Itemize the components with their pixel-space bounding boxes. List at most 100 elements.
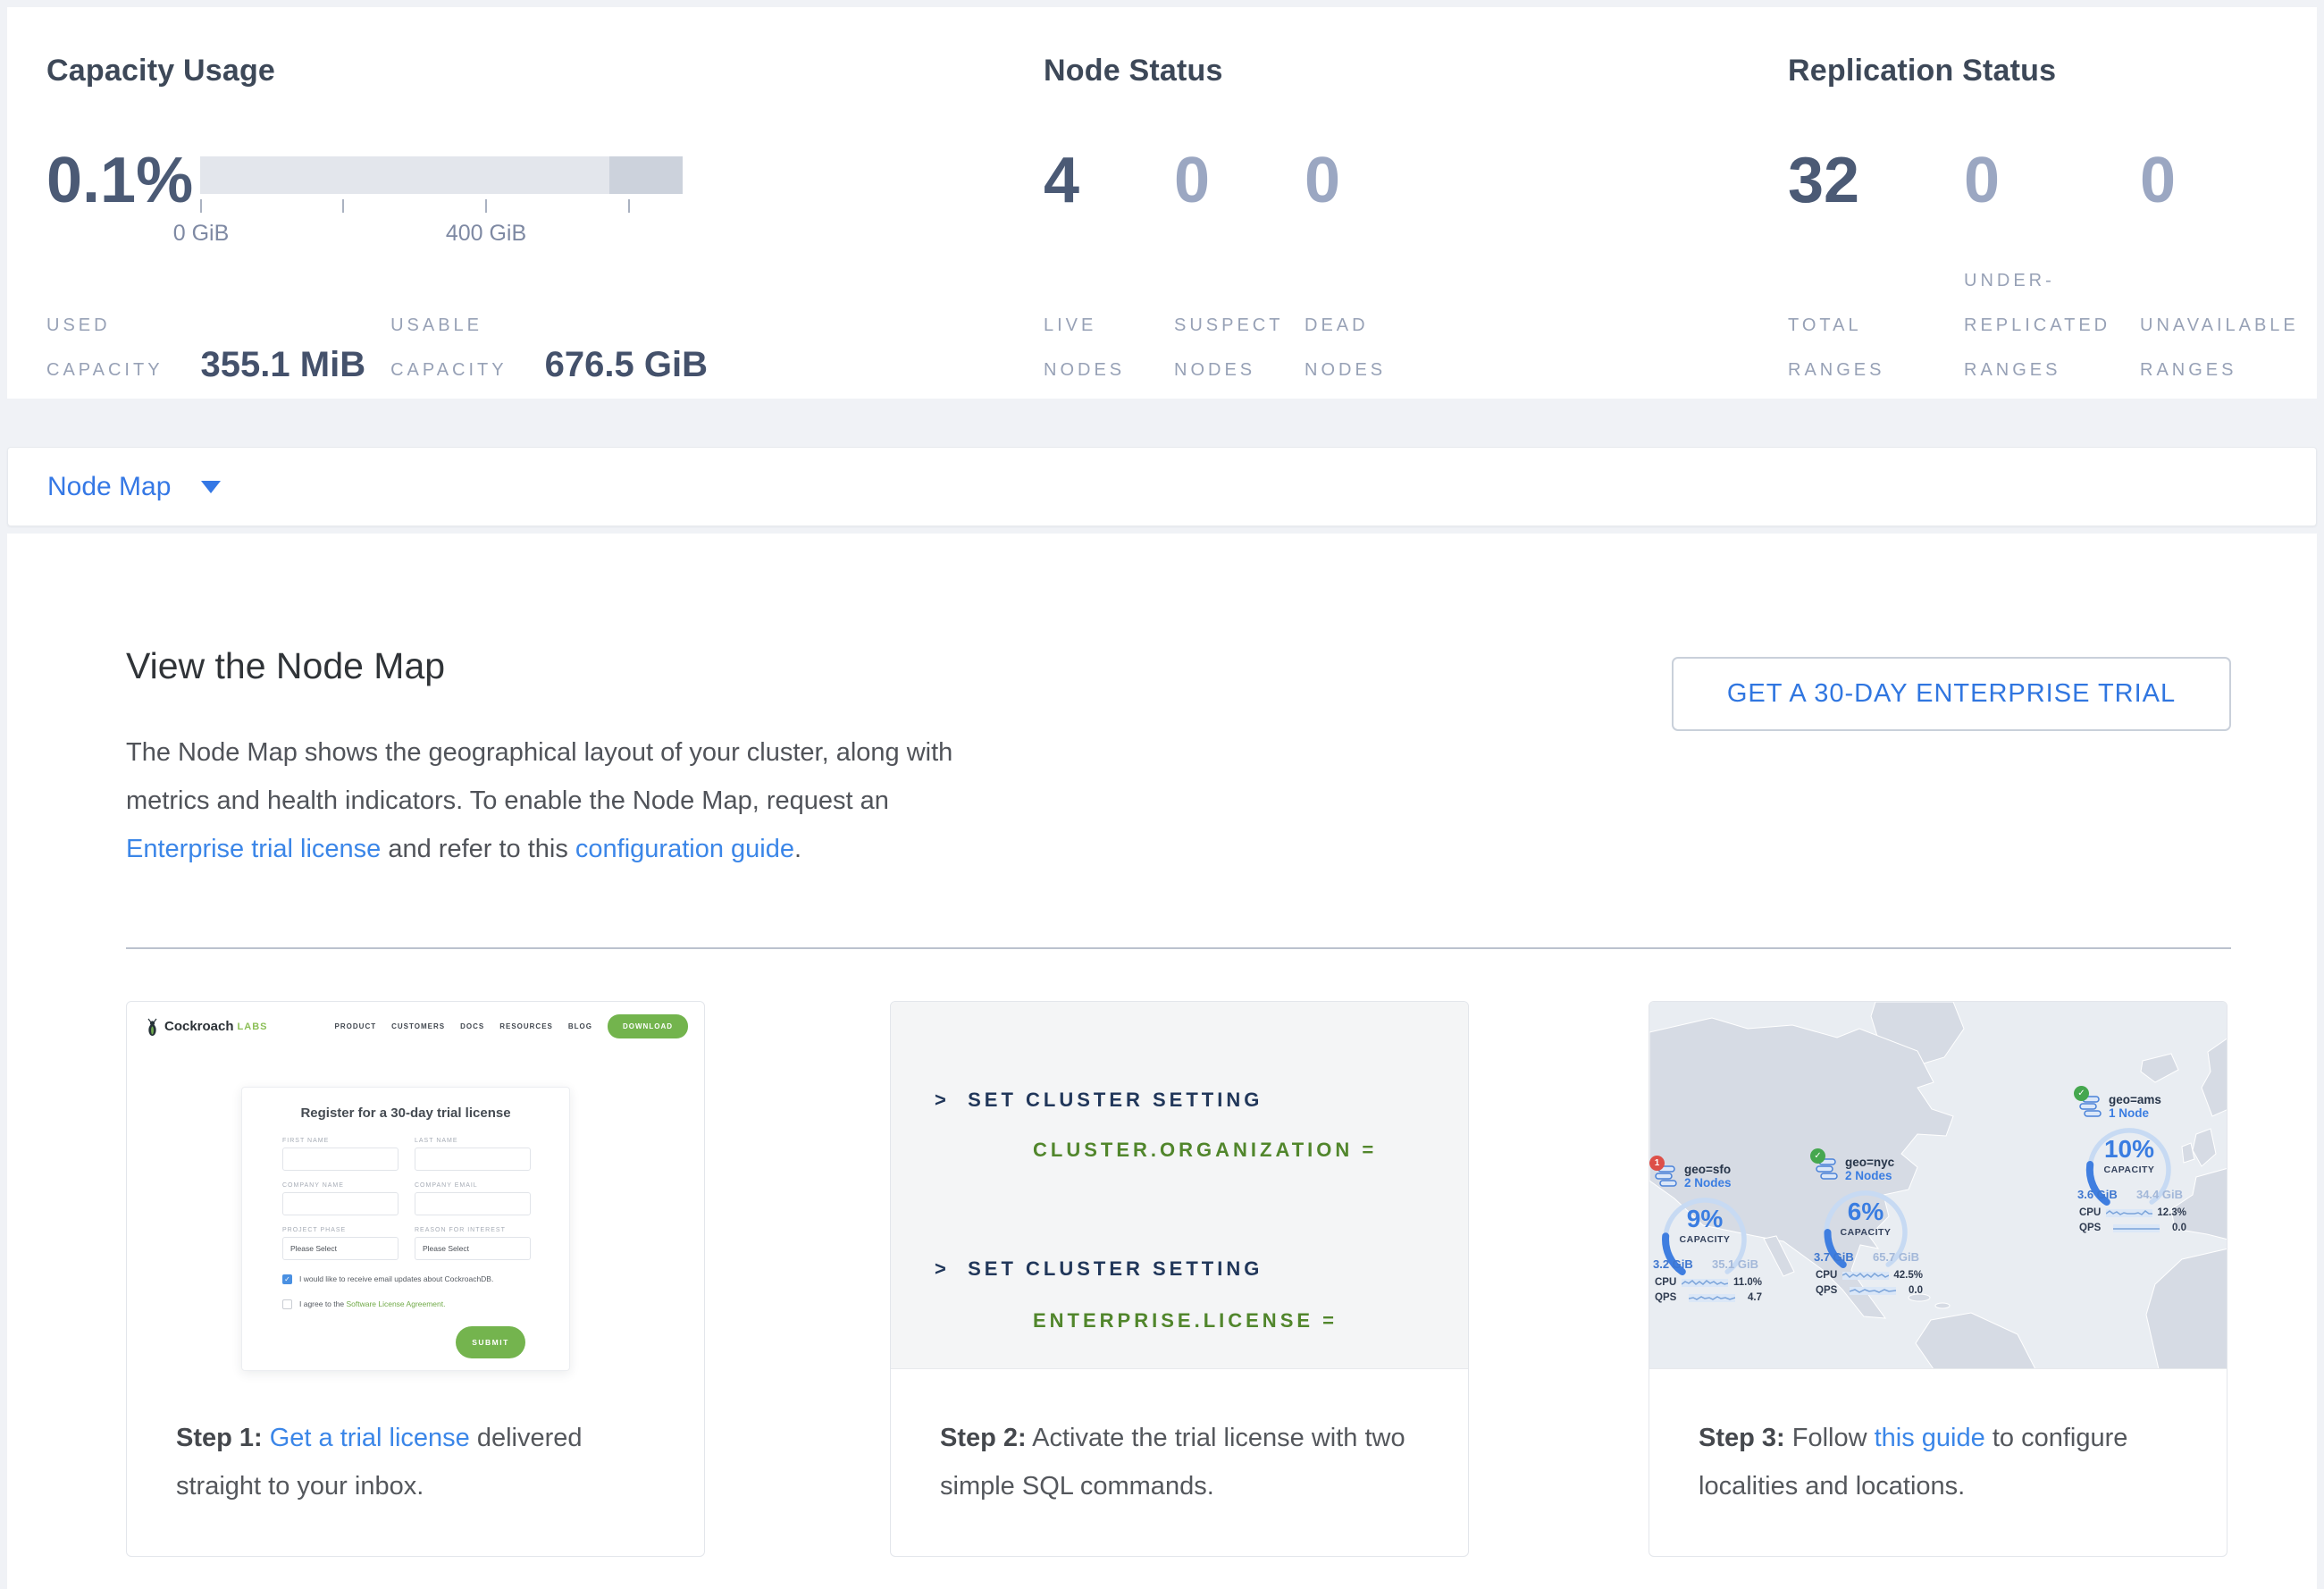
section-title: Capacity Usage <box>46 54 275 88</box>
capacity-max: 35.1 GiB <box>1712 1257 1758 1271</box>
cpu-sparkline <box>1842 1270 1889 1281</box>
field-input <box>415 1148 531 1171</box>
site-preview: Cockroach LABS PRODUCT CUSTOMERS DOCS RE… <box>127 1002 704 1369</box>
cpu-row: CPU 42.5% <box>1816 1270 1923 1281</box>
tick-label-400: 400 GiB <box>446 221 526 247</box>
stat-value: 0 <box>1174 148 1305 213</box>
qps-value: 0.0 <box>2172 1223 2186 1233</box>
section-divider <box>126 947 2231 949</box>
description-text: The Node Map shows the geographical layo… <box>126 738 952 815</box>
error-badge-icon: 1 <box>1649 1156 1665 1171</box>
step-number: Step 3: <box>1699 1424 1785 1452</box>
caption-text <box>263 1424 270 1452</box>
qps-label: QPS <box>1816 1285 1837 1296</box>
capacity-max: 34.4 GiB <box>2136 1188 2183 1201</box>
used-capacity-value: 355.1 MiB <box>201 345 366 385</box>
field-label: LAST NAME <box>415 1138 531 1144</box>
capacity-max: 65.7 GiB <box>1873 1250 1919 1264</box>
qps-label: QPS <box>1655 1292 1676 1303</box>
map-node-widget-nyc: ✓ geo=nyc 2 Nodes 6% CAPACITY 3.7 GiB65.… <box>1812 1156 1946 1182</box>
site-nav: PRODUCT CUSTOMERS DOCS RESOURCES BLOG DO… <box>335 1014 688 1038</box>
sql-setting-line: CLUSTER.ORGANIZATION = <box>1033 1139 1377 1162</box>
enterprise-description: The Node Map shows the geographical layo… <box>126 728 1002 873</box>
capacity-details: USED CAPACITY 355.1 MiB USABLE CAPACITY … <box>46 258 733 392</box>
gauge-percent: 10% <box>2085 1135 2174 1164</box>
stat-label: UNDER- REPLICATED RANGES <box>1964 258 2110 392</box>
node-map-selector[interactable]: Node Map <box>47 472 171 502</box>
map-node-widget-sfo: 1 geo=sfo 2 Nodes 9% CAPACITY 3.2 GiB35.… <box>1651 1163 1785 1190</box>
usable-capacity-value: 676.5 GiB <box>545 345 708 385</box>
stat-value: 0 <box>1964 148 2140 213</box>
license-agreement-link: Software License Agreement. <box>346 1299 445 1308</box>
enterprise-trial-link[interactable]: Enterprise trial license <box>126 835 381 863</box>
capacity-bar-reserved <box>609 156 683 194</box>
caret-down-icon <box>201 481 221 493</box>
field-label: COMPANY EMAIL <box>415 1182 531 1189</box>
cpu-label: CPU <box>2079 1207 2101 1218</box>
field-input <box>282 1192 399 1215</box>
description-text: and refer to this <box>381 835 575 863</box>
cpu-row: CPU 11.0% <box>1655 1277 1762 1288</box>
capacity-min: 3.7 GiB <box>1814 1250 1854 1264</box>
cpu-row: CPU 12.3% <box>2079 1207 2186 1218</box>
gauge-percent: 9% <box>1660 1205 1749 1233</box>
this-guide-link[interactable]: this guide <box>1875 1424 1985 1452</box>
sql-setting-line: ENTERPRISE.LICENSE = <box>1033 1309 1338 1333</box>
page-title: View the Node Map <box>126 645 445 687</box>
stat-value: 4 <box>1044 148 1174 213</box>
caption-text: Follow <box>1785 1424 1875 1452</box>
qps-row: QPS 0.0 <box>2079 1223 2186 1233</box>
capacity-bar-track <box>200 156 683 194</box>
download-button: DOWNLOAD <box>608 1014 688 1038</box>
node-map-enterprise-section: View the Node Map The Node Map shows the… <box>7 534 2317 1589</box>
node-count: 1 Node <box>2109 1106 2161 1120</box>
nav-item: RESOURCES <box>499 1022 553 1030</box>
field-label: PROJECT PHASE <box>282 1227 399 1233</box>
configuration-guide-link[interactable]: configuration guide <box>575 835 794 863</box>
capacity-min: 3.2 GiB <box>1653 1257 1693 1271</box>
qps-sparkline <box>1689 1292 1735 1303</box>
description-text: . <box>794 835 801 863</box>
field-input <box>415 1192 531 1215</box>
capacity-percent: 0.1% <box>46 148 193 213</box>
stat-label: UNAVAILABLE RANGES <box>2140 303 2299 392</box>
map-preview: 1 geo=sfo 2 Nodes 9% CAPACITY 3.2 GiB 35.… <box>1649 1002 2227 1369</box>
unavailable-ranges-stat: 0 UNAVAILABLE RANGES <box>2140 148 2316 392</box>
field-select: Please Select <box>415 1237 531 1260</box>
cpu-value: 42.5% <box>1893 1270 1923 1281</box>
step-caption: Step 3: Follow this guide to configure l… <box>1649 1369 2227 1556</box>
node-locality: geo=sfo <box>1684 1163 1732 1176</box>
stat-label: TOTAL RANGES <box>1788 303 1884 392</box>
replication-status-section: Replication Status 32 TOTAL RANGES 0 UND… <box>1788 7 2306 399</box>
qps-row: QPS 0.0 <box>1816 1285 1923 1296</box>
cpu-value: 11.0% <box>1733 1277 1762 1288</box>
qps-sparkline <box>1850 1285 1896 1296</box>
gauge-capacity-label: CAPACITY <box>1660 1234 1749 1245</box>
get-enterprise-trial-button[interactable]: GET A 30-DAY ENTERPRISE TRIAL <box>1672 657 2231 731</box>
step-caption: Step 1: Get a trial license delivered st… <box>127 1369 704 1556</box>
cpu-value: 12.3% <box>2157 1207 2186 1218</box>
map-node-widget-ams: ✓ geo=ams 1 Node 10% CAPACITY 3.6 GiB34.… <box>2076 1093 2210 1120</box>
stat-label: SUSPECT NODES <box>1174 303 1283 392</box>
ok-badge-icon: ✓ <box>2074 1086 2089 1101</box>
step-card-sql: > SET CLUSTER SETTING CLUSTER.ORGANIZATI… <box>890 1001 1469 1557</box>
cpu-label: CPU <box>1816 1270 1837 1281</box>
stat-value: 32 <box>1788 148 1964 213</box>
capacity-bar: 0 GiB 400 GiB <box>200 156 683 194</box>
get-trial-license-link[interactable]: Get a trial license <box>270 1424 470 1452</box>
gauge-capacity-label: CAPACITY <box>2085 1164 2174 1175</box>
node-count: 2 Nodes <box>1684 1176 1732 1190</box>
brand-suffix: LABS <box>238 1022 268 1032</box>
checkbox-label: I agree to the Software License Agreemen… <box>299 1299 446 1310</box>
under-replicated-ranges-stat: 0 UNDER- REPLICATED RANGES <box>1964 148 2140 392</box>
qps-sparkline <box>2113 1223 2160 1233</box>
step-card-node-map: 1 geo=sfo 2 Nodes 9% CAPACITY 3.2 GiB 35.… <box>1649 1001 2228 1557</box>
field-label: REASON FOR INTEREST <box>415 1227 531 1233</box>
capacity-min: 3.6 GiB <box>2077 1188 2118 1201</box>
qps-value: 0.0 <box>1909 1285 1923 1296</box>
used-capacity-label: USED CAPACITY <box>46 303 164 392</box>
axis-tick <box>485 199 487 213</box>
field-input <box>282 1148 399 1171</box>
cpu-sparkline <box>2106 1207 2152 1218</box>
checkbox-unchecked-icon <box>282 1299 292 1309</box>
